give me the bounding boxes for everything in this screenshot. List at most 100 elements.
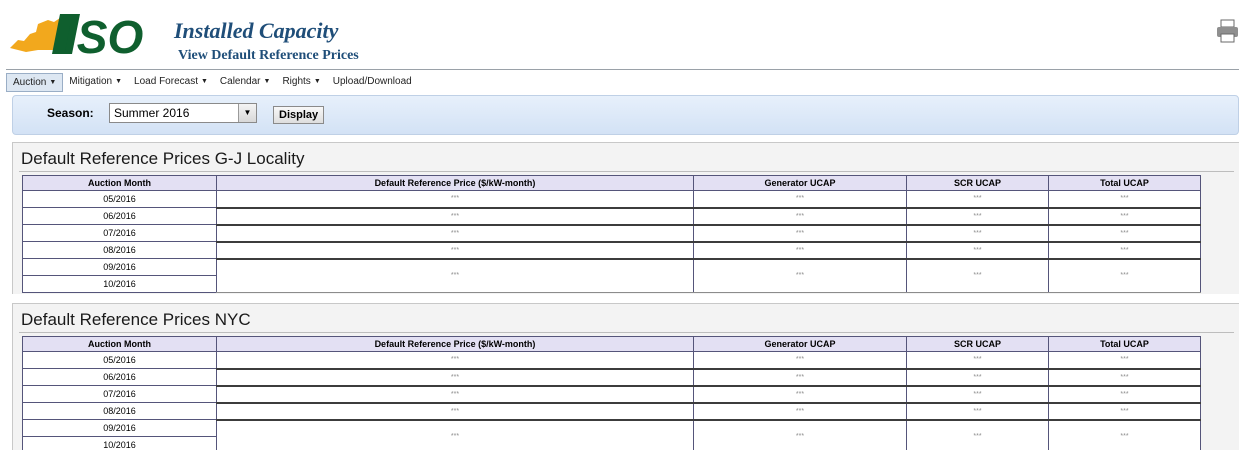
column-header-generator-ucap: Generator UCAP (693, 336, 907, 352)
value-cell: *** (693, 418, 907, 450)
auction-month-cell: 09/2016 (22, 419, 217, 437)
menu-item-auction[interactable]: Auction ▼ (6, 72, 64, 92)
value-cell: *** (1048, 190, 1201, 208)
value-cell: *** (906, 401, 1049, 420)
value-cell: *** (1048, 351, 1201, 369)
panel-divider (19, 171, 1234, 172)
column-header-total-ucap: Total UCAP (1048, 336, 1201, 352)
value-cell: *** (906, 257, 1049, 293)
value-cell: *** (216, 240, 694, 259)
menu-item-label: Calendar (219, 76, 261, 87)
column-header-default-reference-price: Default Reference Price ($/kW-month) (216, 175, 694, 191)
panel-nyc: Default Reference Prices NYC Auction Mon… (12, 303, 1239, 450)
value-cell: *** (1048, 401, 1201, 420)
value-cell: *** (693, 190, 907, 208)
display-button[interactable]: Display (273, 106, 325, 124)
auction-month-cell: 08/2016 (22, 402, 217, 420)
column-header-default-reference-price: Default Reference Price ($/kW-month) (216, 336, 694, 352)
menu-item-label: Rights (282, 76, 311, 87)
value-cell: *** (693, 206, 907, 225)
auction-month-cell: 07/2016 (22, 385, 217, 403)
value-cell: *** (693, 384, 907, 403)
page-header: ISO Installed Capacity View Default Refe… (0, 0, 1239, 70)
table-row: 07/2016 *** *** *** *** (22, 223, 1201, 242)
menu-item-label: Auction (13, 76, 47, 88)
value-cell: *** (216, 418, 694, 450)
value-cell: *** (216, 190, 694, 208)
value-cell: *** (1048, 418, 1201, 450)
column-header-scr-ucap: SCR UCAP (906, 336, 1049, 352)
auction-month-cell: 05/2016 (22, 190, 217, 208)
value-cell: *** (906, 223, 1049, 242)
caret-down-icon: ▼ (313, 78, 321, 85)
auction-month-cell: 06/2016 (22, 368, 217, 386)
value-cell: *** (693, 401, 907, 420)
value-cell: *** (1048, 240, 1201, 259)
value-cell: *** (693, 240, 907, 259)
value-cell: *** (216, 351, 694, 369)
auction-month-cell: 05/2016 (22, 351, 217, 369)
value-cell: *** (906, 384, 1049, 403)
column-header-scr-ucap: SCR UCAP (906, 175, 1049, 191)
prices-table: Auction Month Default Reference Price ($/… (22, 336, 1201, 450)
header-divider (6, 69, 1239, 70)
column-header-auction-month: Auction Month (22, 175, 217, 191)
table-row: 06/2016 *** *** *** *** (22, 367, 1201, 386)
menu-item-upload-download[interactable]: Upload/Download (327, 72, 418, 92)
table-header-row: Auction Month Default Reference Price ($/… (22, 175, 1201, 191)
season-select[interactable]: Summer 2016 ▼ (109, 103, 257, 123)
column-header-auction-month: Auction Month (22, 336, 217, 352)
auction-month-cell: 10/2016 (22, 275, 217, 293)
panel-g-j-locality: Default Reference Prices G-J Locality Au… (12, 142, 1239, 294)
value-cell: *** (216, 401, 694, 420)
auction-month-cell: 07/2016 (22, 224, 217, 242)
value-cell: *** (216, 367, 694, 386)
column-header-total-ucap: Total UCAP (1048, 175, 1201, 191)
value-cell: *** (1048, 384, 1201, 403)
menu-item-rights[interactable]: Rights ▼ (276, 72, 326, 92)
column-header-generator-ucap: Generator UCAP (693, 175, 907, 191)
table-row: 05/2016 *** *** *** *** (22, 351, 1201, 369)
value-cell: *** (906, 240, 1049, 259)
season-value: Summer 2016 (114, 106, 190, 120)
caret-down-icon: ▼ (115, 78, 123, 85)
nyiso-logo: ISO (10, 11, 143, 58)
caret-down-icon: ▼ (200, 78, 208, 85)
menu-item-mitigation[interactable]: Mitigation ▼ (63, 72, 128, 92)
app-title: Installed Capacity (174, 18, 339, 43)
value-cell: *** (1048, 257, 1201, 293)
value-cell: *** (1048, 206, 1201, 225)
table-row: 05/2016 *** *** *** *** (22, 190, 1201, 208)
panel-divider (19, 332, 1234, 333)
value-cell: *** (906, 418, 1049, 450)
table-header-row: Auction Month Default Reference Price ($/… (22, 336, 1201, 352)
value-cell: *** (693, 367, 907, 386)
table-row: 09/2016 *** *** *** *** (22, 418, 1201, 450)
menu-item-label: Load Forecast (134, 76, 198, 87)
value-cell: *** (1048, 223, 1201, 242)
table-row: 06/2016 *** *** *** *** (22, 206, 1201, 225)
main-menu: Auction ▼ Mitigation ▼ Load Forecast ▼ Calenda… (6, 71, 1239, 93)
value-cell: *** (693, 351, 907, 369)
value-cell: *** (216, 223, 694, 242)
value-cell: *** (216, 257, 694, 293)
value-cell: *** (906, 190, 1049, 208)
caret-down-icon: ▼ (49, 78, 57, 86)
printer-icon[interactable] (1216, 18, 1239, 44)
menu-item-load-forecast[interactable]: Load Forecast ▼ (128, 72, 214, 92)
value-cell: *** (906, 206, 1049, 225)
value-cell: *** (216, 384, 694, 403)
auction-month-cell: 06/2016 (22, 207, 217, 225)
menu-item-calendar[interactable]: Calendar ▼ (214, 72, 277, 92)
logo-text: ISO (64, 11, 143, 58)
table-row: 07/2016 *** *** *** *** (22, 384, 1201, 403)
value-cell: *** (1048, 367, 1201, 386)
value-cell: *** (216, 206, 694, 225)
prices-table: Auction Month Default Reference Price ($/… (22, 175, 1201, 293)
auction-month-cell: 08/2016 (22, 241, 217, 259)
season-label: Season: (47, 106, 94, 120)
chevron-down-icon[interactable]: ▼ (238, 104, 256, 122)
table-row: 09/2016 *** *** *** *** (22, 257, 1201, 293)
season-filter-bar: Season: Summer 2016 ▼ Display (12, 95, 1239, 135)
table-row: 08/2016 *** *** *** *** (22, 401, 1201, 420)
